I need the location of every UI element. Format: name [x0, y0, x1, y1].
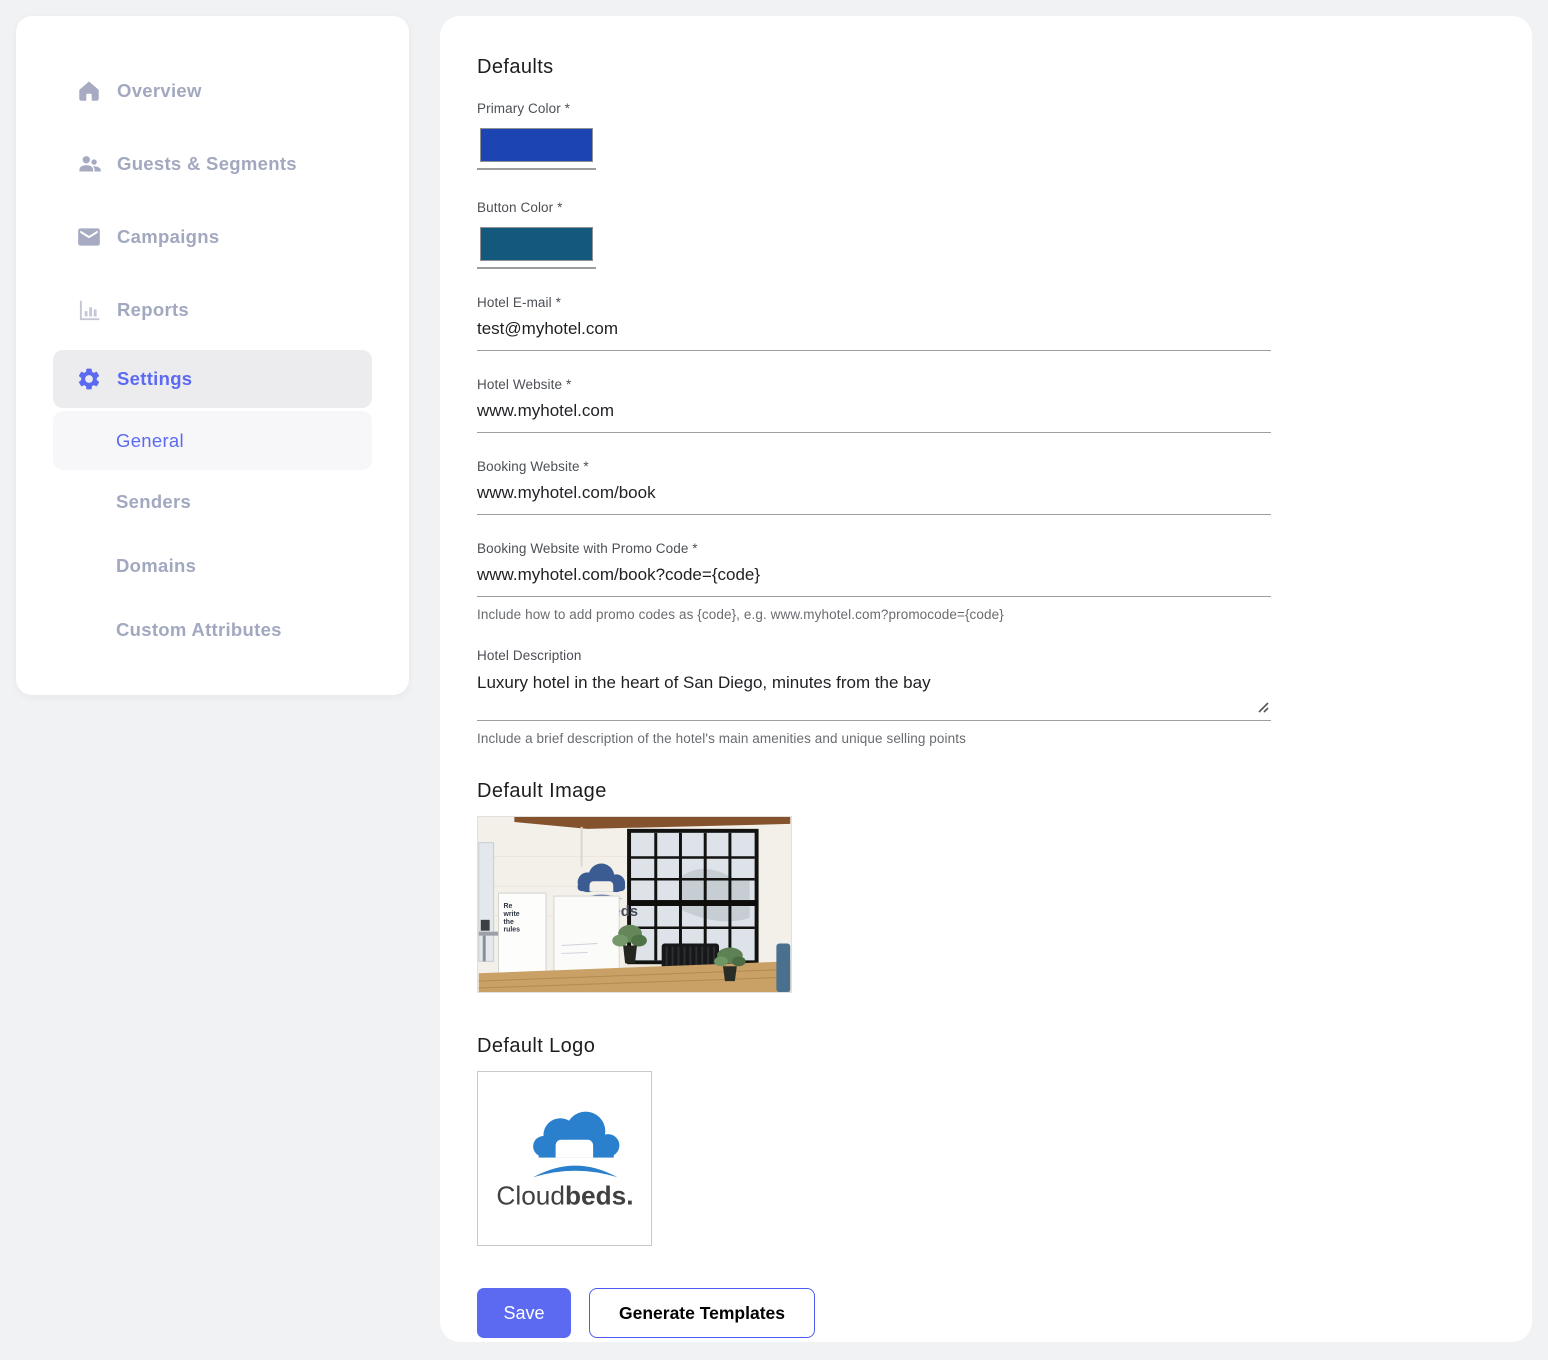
sidebar-item-campaigns[interactable]: Campaigns [16, 200, 409, 273]
primary-color-label: Primary Color * [477, 101, 571, 116]
hotel-description-textarea[interactable]: Luxury hotel in the heart of San Diego, … [477, 663, 1271, 721]
sidebar-item-guests-segments[interactable]: Guests & Segments [16, 127, 409, 200]
sidebar-item-general[interactable]: General [53, 411, 372, 470]
svg-text:Cloudbeds.: Cloudbeds. [496, 1180, 633, 1210]
default-logo-heading: Default Logo [477, 1035, 596, 1057]
office-photo: Cloudbeds Re write the rules [478, 817, 791, 992]
default-image-preview: Cloudbeds Re write the rules [477, 816, 792, 993]
cloudbeds-logo: Cloudbeds. [496, 1111, 633, 1210]
gear-icon [75, 366, 102, 393]
sidebar-item-senders[interactable]: Senders [16, 470, 409, 534]
sidebar-item-reports[interactable]: Reports [16, 273, 409, 346]
default-image-heading: Default Image [477, 780, 607, 802]
sidebar-item-label: Domains [116, 555, 197, 576]
primary-color-field [477, 116, 596, 170]
booking-promo-input[interactable] [477, 556, 1271, 597]
sidebar-item-label: Reports [117, 298, 189, 320]
booking-promo-helper: Include how to add promo codes as {code}… [477, 607, 1004, 622]
chart-icon [75, 296, 102, 323]
sidebar-item-label: Guests & Segments [117, 152, 297, 174]
hotel-website-input[interactable] [477, 392, 1271, 433]
button-color-swatch[interactable] [480, 227, 593, 261]
hotel-email-input[interactable] [477, 310, 1271, 351]
hotel-description-label: Hotel Description [477, 648, 582, 663]
booking-website-label: Booking Website * [477, 459, 589, 474]
sidebar-item-label: Settings [117, 368, 193, 389]
sidebar-item-label: Overview [117, 79, 202, 101]
sidebar-item-custom-attributes[interactable]: Custom Attributes [16, 598, 409, 662]
booking-website-input[interactable] [477, 474, 1271, 515]
primary-color-swatch[interactable] [480, 128, 593, 162]
hotel-description-helper: Include a brief description of the hotel… [477, 731, 966, 746]
sidebar-item-settings[interactable]: Settings [53, 350, 372, 408]
home-icon [75, 77, 102, 104]
sidebar-item-domains[interactable]: Domains [16, 534, 409, 598]
button-color-field [477, 215, 596, 269]
sidebar: Overview Guests & Segments Campaigns Rep… [16, 16, 409, 695]
sidebar-item-label: Campaigns [117, 225, 220, 247]
default-logo-preview: Cloudbeds. [477, 1071, 652, 1246]
sidebar-item-overview[interactable]: Overview [16, 54, 409, 127]
mail-icon [75, 223, 102, 250]
page-title: Defaults [477, 56, 554, 78]
sidebar-item-label: Custom Attributes [116, 619, 282, 640]
generate-templates-button[interactable]: Generate Templates [589, 1288, 815, 1338]
save-button[interactable]: Save [477, 1288, 571, 1338]
people-icon [75, 150, 102, 177]
sidebar-item-label: Senders [116, 491, 192, 512]
hotel-email-label: Hotel E-mail * [477, 295, 561, 310]
button-color-label: Button Color * [477, 200, 563, 215]
hotel-website-label: Hotel Website * [477, 377, 572, 392]
sidebar-item-label: General [116, 429, 184, 451]
settings-general-panel: Defaults Primary Color * Button Color * … [440, 16, 1532, 1342]
booking-promo-label: Booking Website with Promo Code * [477, 541, 698, 556]
